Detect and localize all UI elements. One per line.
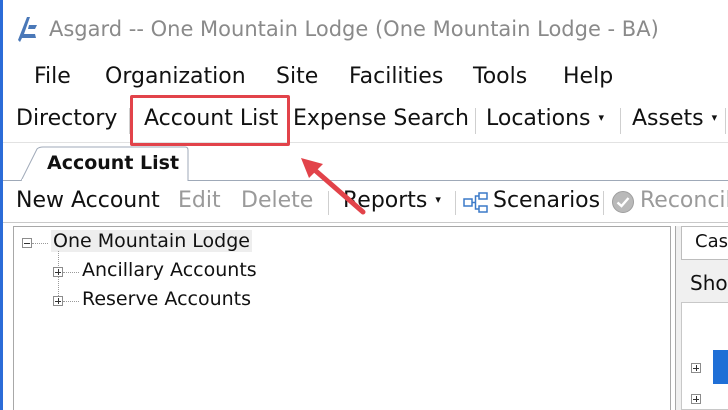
nav-separator — [725, 108, 726, 134]
menu-organization[interactable]: Organization — [105, 64, 246, 89]
title-bar: Asgard -- One Mountain Lodge (One Mounta… — [3, 0, 728, 58]
collapse-icon[interactable] — [22, 238, 32, 248]
menu-file[interactable]: File — [34, 64, 71, 89]
tree-connector — [63, 272, 79, 273]
nav-assets-label: Assets — [632, 106, 704, 131]
toolbar-separator — [603, 191, 604, 215]
menu-site[interactable]: Site — [276, 64, 318, 89]
chevron-down-icon: ▾ — [711, 110, 718, 124]
account-tree-panel: One Mountain Lodge Ancillary Accounts Re… — [13, 226, 671, 410]
expand-icon[interactable] — [691, 363, 701, 373]
tree-connector — [63, 301, 79, 302]
app-window: Asgard -- One Mountain Lodge (One Mounta… — [0, 0, 728, 410]
tab-account-list[interactable]: Account List — [21, 146, 189, 181]
tree-root-one-mountain-lodge[interactable]: One Mountain Lodge — [51, 230, 252, 252]
annotation-arrow-icon — [301, 158, 366, 215]
tree-item-ancillary-accounts[interactable]: Ancillary Accounts — [82, 259, 257, 281]
chevron-down-icon: ▾ — [598, 110, 605, 124]
tab-cash-label: Cas — [695, 231, 728, 252]
nav-assets[interactable]: Assets ▾ — [632, 106, 717, 131]
chevron-down-icon: ▾ — [435, 192, 441, 206]
navigation-bar: Directory Account List Expense Search Lo… — [3, 100, 728, 143]
scenarios-button[interactable]: Scenarios — [493, 188, 600, 213]
menu-help[interactable]: Help — [563, 64, 613, 89]
new-account-button[interactable]: New Account — [16, 188, 160, 213]
nav-separator — [620, 108, 621, 134]
nav-expense-search[interactable]: Expense Search — [293, 106, 469, 131]
toolbar-separator — [455, 191, 456, 215]
tree-connector — [32, 243, 48, 244]
menu-bar: File Organization Site Facilities Tools … — [3, 60, 728, 96]
nav-separator — [475, 108, 476, 134]
expand-icon[interactable] — [691, 394, 701, 404]
nav-locations-label: Locations — [486, 106, 591, 131]
selected-row[interactable] — [713, 350, 728, 384]
expand-icon[interactable] — [53, 267, 63, 277]
window-title: Asgard -- One Mountain Lodge (One Mounta… — [49, 17, 659, 41]
annotation-highlight-box — [130, 95, 290, 146]
hierarchy-icon — [463, 192, 488, 213]
menu-tools[interactable]: Tools — [473, 64, 527, 89]
show-label: Shov — [690, 271, 728, 295]
check-circle-icon — [612, 191, 634, 213]
nav-directory[interactable]: Directory — [16, 106, 117, 131]
asgard-logo-icon — [18, 17, 37, 42]
nav-locations[interactable]: Locations ▾ — [486, 106, 604, 131]
tree-item-reserve-accounts[interactable]: Reserve Accounts — [82, 288, 251, 310]
tab-label: Account List — [47, 152, 180, 174]
expand-icon[interactable] — [53, 296, 63, 306]
menu-facilities[interactable]: Facilities — [349, 64, 443, 89]
edit-button[interactable]: Edit — [178, 188, 221, 213]
reconcile-button[interactable]: Reconcil — [640, 188, 728, 213]
